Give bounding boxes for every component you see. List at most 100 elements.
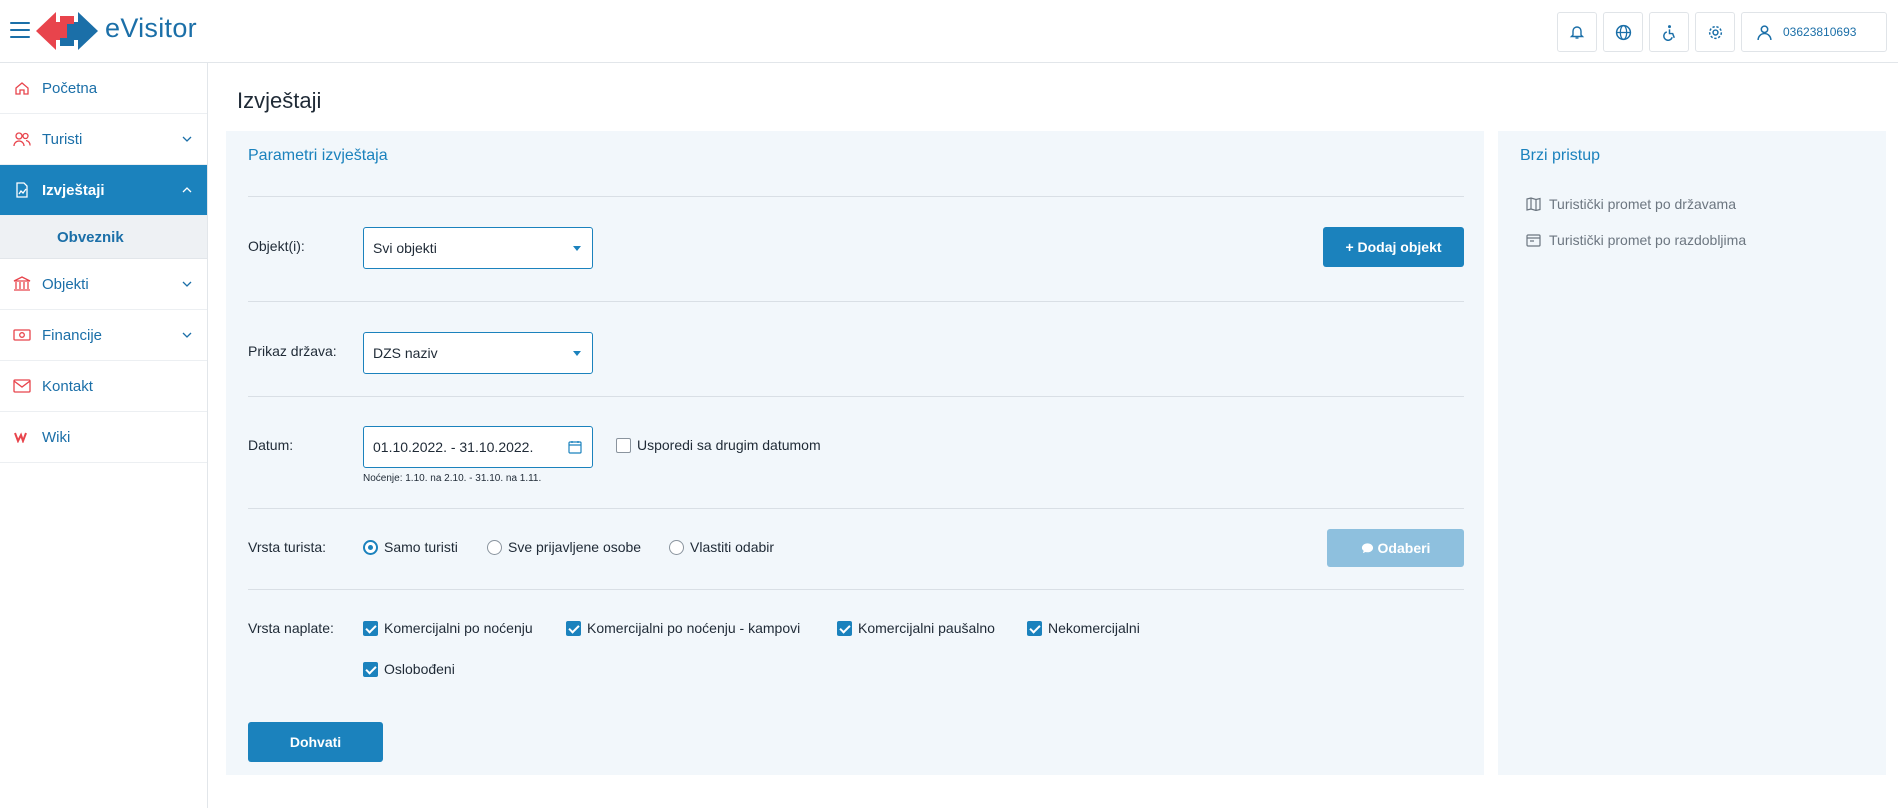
evisitor-logo <box>36 12 98 50</box>
home-icon <box>13 79 31 97</box>
sidebar-item-label: Financije <box>42 326 103 344</box>
sidebar-item-label: Turisti <box>42 130 83 148</box>
chevron-up-icon <box>182 187 192 193</box>
quick-link-label: Turistički promet po državama <box>1549 196 1736 212</box>
settings-button[interactable] <box>1695 12 1735 52</box>
option-label: Komercijalni paušalno <box>858 620 995 636</box>
sidebar-subitem-obveznik[interactable]: Obveznik <box>0 216 207 259</box>
radio-button[interactable] <box>669 539 684 555</box>
objects-label: Objekt(i): <box>248 238 305 254</box>
sidebar-item-wiki[interactable]: Wiki <box>0 412 207 463</box>
fetch-button[interactable]: Dohvati <box>248 722 383 762</box>
user-icon <box>1757 24 1772 40</box>
payment-type-komercijalni-po-nocenju[interactable]: Komercijalni po noćenju <box>363 620 533 636</box>
add-object-button[interactable]: + Dodaj objekt <box>1323 227 1464 267</box>
quick-access-title: Brzi pristup <box>1520 147 1601 164</box>
checkbox-box[interactable] <box>837 620 852 636</box>
language-button[interactable] <box>1603 12 1643 52</box>
sidebar-item-kontakt[interactable]: Kontakt <box>0 361 207 412</box>
quick-link-label: Turistički promet po razdobljima <box>1549 232 1747 248</box>
globe-icon <box>1615 24 1631 40</box>
country-display-select[interactable]: DZS naziv <box>363 332 593 374</box>
panel-title: Parametri izvještaja <box>248 147 388 164</box>
tourist-type-option-sve-osobe[interactable]: Sve prijavljene osobe <box>487 539 641 555</box>
sidebar-item-izvjestaji[interactable]: Izvještaji <box>0 165 207 216</box>
sidebar-item-label: Wiki <box>42 428 71 446</box>
caret-down-icon <box>573 246 581 251</box>
divider <box>248 589 1464 590</box>
sidebar-item-label: Objekti <box>42 275 89 293</box>
checkbox-box[interactable] <box>363 661 378 677</box>
date-range-value: 01.10.2022. - 31.10.2022. <box>373 439 534 455</box>
sidebar-item-label: Izvještaji <box>42 181 105 199</box>
date-label: Datum: <box>248 437 294 453</box>
objects-select-value: Svi objekti <box>373 240 437 256</box>
brand-name: eVisitor <box>105 13 197 43</box>
report-parameters-panel: Parametri izvještaja Objekt(i): Svi obje… <box>226 131 1484 775</box>
page-title: Izvještaji <box>237 88 322 113</box>
sidebar-item-financije[interactable]: Financije <box>0 310 207 361</box>
checkbox-box[interactable] <box>1027 620 1042 636</box>
option-label: Vlastiti odabir <box>690 539 775 555</box>
quick-access-panel: Brzi pristup Turistički promet po država… <box>1498 131 1886 775</box>
option-label: Nekomercijalni <box>1048 620 1140 636</box>
payment-type-oslobodeni[interactable]: Oslobođeni <box>363 661 455 677</box>
chevron-down-icon <box>182 281 192 287</box>
sidebar: Početna Turisti Izvještaji Obveznik Obje… <box>0 63 208 808</box>
radio-button[interactable] <box>487 539 502 555</box>
bell-icon <box>1569 26 1585 39</box>
sidebar-item-pocetna[interactable]: Početna <box>0 63 207 114</box>
payment-type-nekomercijalni[interactable]: Nekomercijalni <box>1027 620 1140 636</box>
chevron-down-icon <box>182 332 192 338</box>
date-range-input[interactable]: 01.10.2022. - 31.10.2022. <box>363 426 593 468</box>
sidebar-item-label: Kontakt <box>42 377 93 395</box>
radio-button[interactable] <box>363 539 378 555</box>
compare-date-checkbox[interactable]: Usporedi sa drugim datumom <box>616 437 821 453</box>
divider <box>248 508 1464 509</box>
select-tourists-label: Odaberi <box>1377 540 1431 556</box>
option-label: Samo turisti <box>384 539 458 555</box>
chevron-down-icon <box>182 136 192 142</box>
quick-link-periods[interactable]: Turistički promet po razdobljima <box>1526 232 1746 248</box>
user-account-button[interactable]: 03623810693 <box>1741 12 1887 52</box>
sidebar-item-label: Početna <box>42 79 98 97</box>
divider <box>248 396 1464 397</box>
sidebar-subitem-label: Obveznik <box>57 228 124 246</box>
nights-hint: Noćenje: 1.10. na 2.10. - 31.10. na 1.11… <box>363 473 542 484</box>
option-label: Sve prijavljene osobe <box>508 539 642 555</box>
quick-link-countries[interactable]: Turistički promet po državama <box>1526 196 1736 212</box>
payment-type-komercijalni-pausalno[interactable]: Komercijalni paušalno <box>837 620 995 636</box>
calendar-icon <box>568 441 582 454</box>
tourist-type-option-vlastiti-odabir[interactable]: Vlastiti odabir <box>669 539 774 555</box>
gear-icon <box>1708 25 1722 39</box>
objects-select[interactable]: Svi objekti <box>363 227 593 269</box>
sidebar-item-turisti[interactable]: Turisti <box>0 114 207 165</box>
top-header: eVisitor 03623810693 <box>0 0 1898 63</box>
country-display-value: DZS naziv <box>373 345 438 361</box>
building-icon <box>13 275 31 293</box>
money-icon <box>13 326 31 344</box>
checkbox-box[interactable] <box>566 620 581 636</box>
report-icon <box>13 181 31 199</box>
caret-down-icon <box>573 351 581 356</box>
checkbox-box[interactable] <box>363 620 378 636</box>
wiki-icon <box>13 428 31 446</box>
chat-bubble-icon <box>1361 542 1373 553</box>
select-tourists-button[interactable]: Odaberi <box>1327 529 1464 567</box>
compare-date-label: Usporedi sa drugim datumom <box>637 437 821 453</box>
divider <box>248 196 1464 197</box>
user-id: 03623810693 <box>1783 25 1857 39</box>
tourist-type-label: Vrsta turista: <box>248 539 327 555</box>
country-display-label: Prikaz država: <box>248 343 337 359</box>
notifications-button[interactable] <box>1557 12 1597 52</box>
payment-type-label: Vrsta naplate: <box>248 620 334 636</box>
checkbox-box[interactable] <box>616 437 631 453</box>
hamburger-menu-icon[interactable] <box>10 22 30 40</box>
tourist-type-option-samo-turisti[interactable]: Samo turisti <box>363 539 458 555</box>
payment-type-komercijalni-kampovi[interactable]: Komercijalni po noćenju - kampovi <box>566 620 800 636</box>
accessibility-button[interactable] <box>1649 12 1689 52</box>
map-icon <box>1526 197 1541 211</box>
accessibility-icon <box>1662 24 1675 41</box>
sidebar-item-objekti[interactable]: Objekti <box>0 259 207 310</box>
users-icon <box>13 130 31 148</box>
